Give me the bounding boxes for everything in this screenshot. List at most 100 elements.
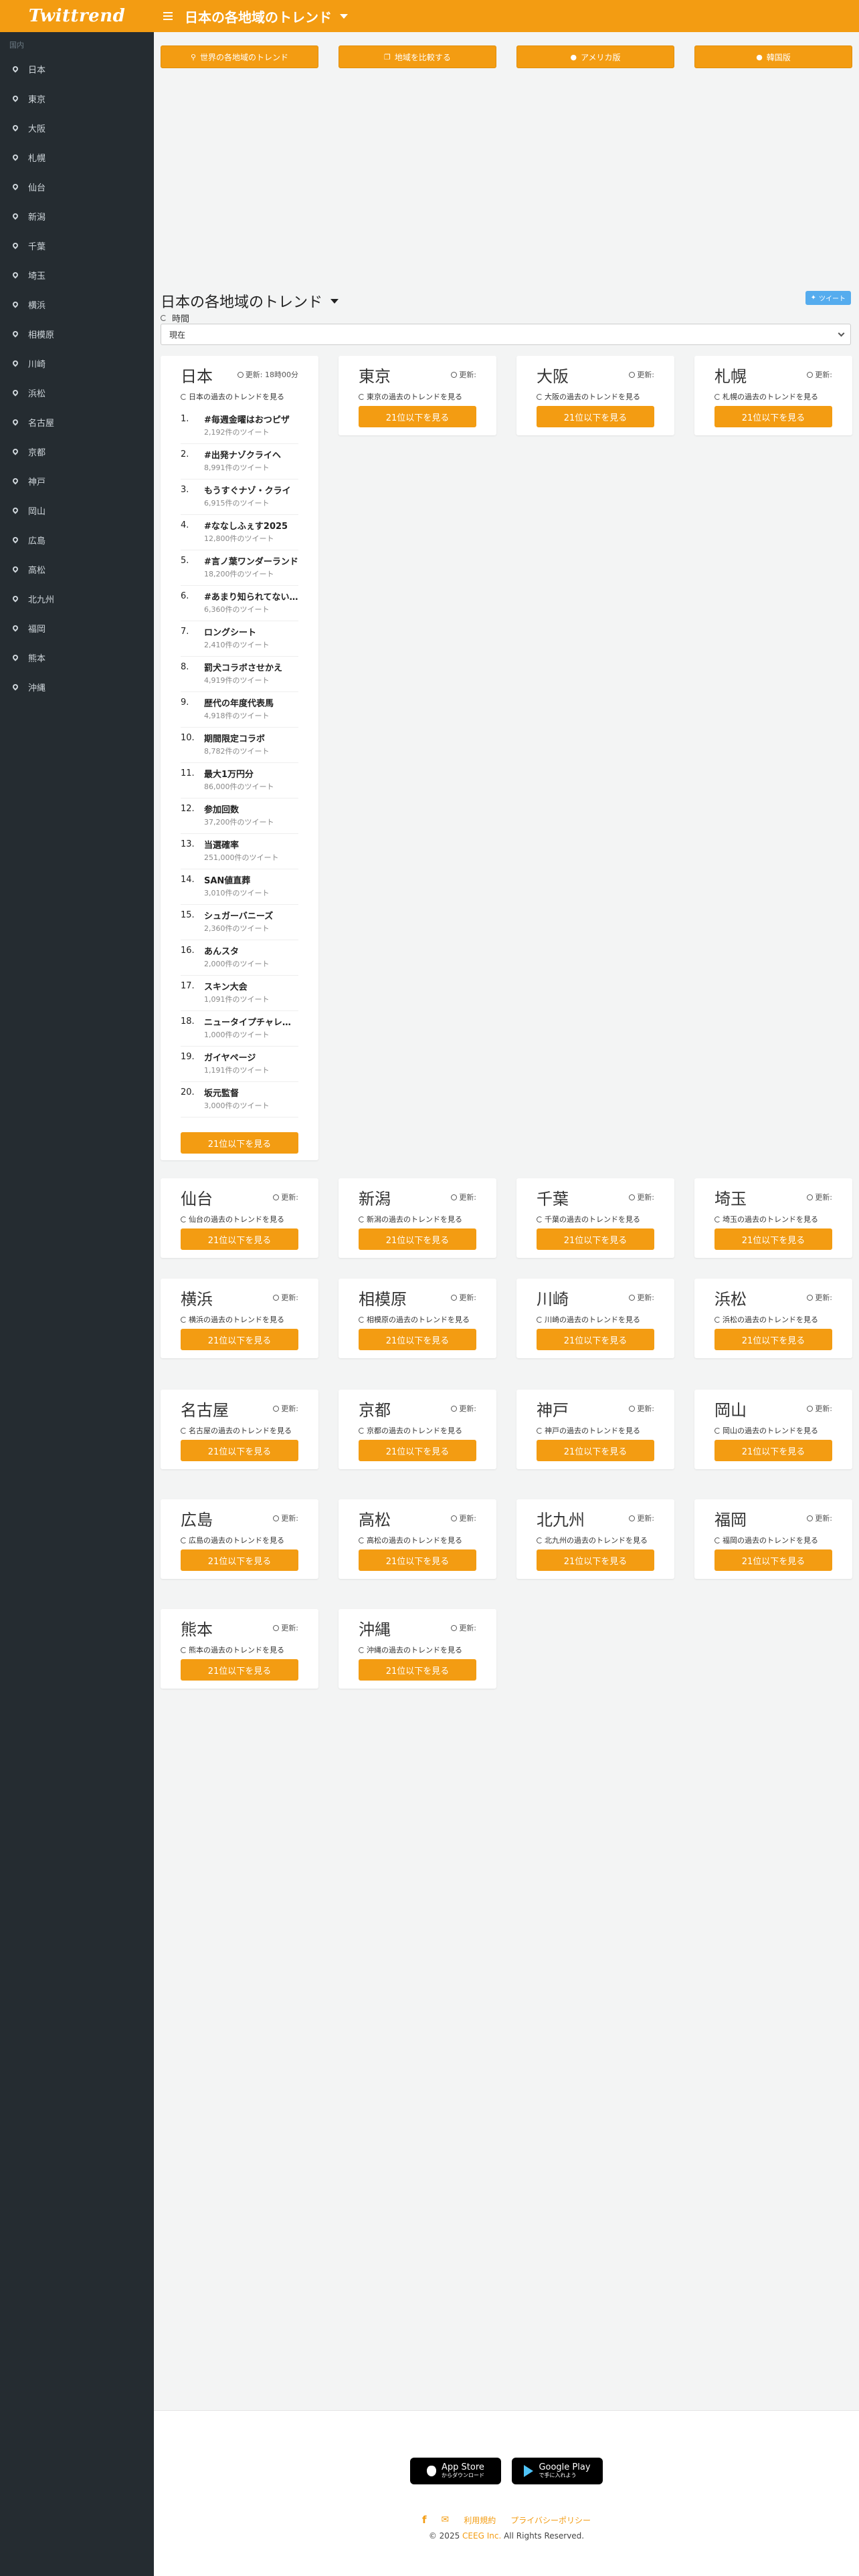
history-link[interactable]: 仙台の過去のトレンドを見る	[181, 1214, 298, 1224]
trend-item[interactable]: 19. ガイヤページ 1,191件のツイート	[181, 1047, 298, 1082]
section-title[interactable]: 日本の各地域のトレンド	[161, 290, 339, 312]
terms-link[interactable]: 利用規約	[464, 2514, 496, 2526]
google-play-badge[interactable]: Google Play で手に入れよう	[512, 2458, 603, 2484]
history-link[interactable]: 新潟の過去のトレンドを見る	[359, 1214, 476, 1224]
sidebar-item[interactable]: 京都	[0, 437, 154, 466]
more-trends-button[interactable]: 21位以下を見る	[359, 406, 476, 427]
trend-item[interactable]: 13. 当選確率 251,000件のツイート	[181, 834, 298, 869]
privacy-link[interactable]: プライバシーポリシー	[510, 2514, 591, 2526]
more-trends-button[interactable]: 21位以下を見る	[359, 1440, 476, 1461]
history-link[interactable]: 相模原の過去のトレンドを見る	[359, 1315, 476, 1325]
compare-regions-button[interactable]: ❐ 地域を比較する	[339, 45, 496, 68]
sidebar-item[interactable]: 埼玉	[0, 260, 154, 290]
history-link[interactable]: 札幌の過去のトレンドを見る	[714, 392, 832, 402]
history-link[interactable]: 広島の過去のトレンドを見る	[181, 1535, 298, 1545]
sidebar-item[interactable]: 日本	[0, 54, 154, 84]
trend-item[interactable]: 12. 参加回数 37,200件のツイート	[181, 798, 298, 834]
history-link[interactable]: 川崎の過去のトレンドを見る	[537, 1315, 654, 1325]
history-link[interactable]: 岡山の過去のトレンドを見る	[714, 1426, 832, 1436]
trend-name[interactable]: 期間限定コラボ	[204, 732, 298, 744]
trend-name[interactable]: #言ノ葉ワンダーランド	[204, 554, 298, 567]
trend-item[interactable]: 2. #出発ナゾクライヘ 8,991件のツイート	[181, 444, 298, 479]
more-trends-button[interactable]: 21位以下を見る	[537, 1440, 654, 1461]
more-trends-button[interactable]: 21位以下を見る	[181, 1329, 298, 1350]
trend-name[interactable]: もうすぐナゾ・クライ	[204, 484, 298, 496]
sidebar-item[interactable]: 高松	[0, 554, 154, 584]
trend-name[interactable]: ガイヤページ	[204, 1051, 298, 1063]
more-trends-button[interactable]: 21位以下を見る	[714, 1329, 832, 1350]
more-trends-button[interactable]: 21位以下を見る	[359, 1329, 476, 1350]
more-trends-button[interactable]: 21位以下を見る	[714, 1549, 832, 1571]
trend-item[interactable]: 11. 最大1万円分 86,000件のツイート	[181, 763, 298, 798]
trend-name[interactable]: スキン大会	[204, 980, 298, 992]
more-trends-button[interactable]: 21位以下を見る	[714, 1228, 832, 1250]
sidebar-item[interactable]: 福岡	[0, 613, 154, 643]
history-link[interactable]: 熊本の過去のトレンドを見る	[181, 1645, 298, 1655]
trend-name[interactable]: #出発ナゾクライヘ	[204, 448, 298, 461]
trend-item[interactable]: 10. 期間限定コラボ 8,782件のツイート	[181, 728, 298, 763]
trend-item[interactable]: 14. SAN値直葬 3,010件のツイート	[181, 869, 298, 905]
history-link[interactable]: 高松の過去のトレンドを見る	[359, 1535, 476, 1545]
trend-item[interactable]: 16. あんスタ 2,000件のツイート	[181, 940, 298, 976]
sidebar-item[interactable]: 大阪	[0, 113, 154, 142]
history-link[interactable]: 浜松の過去のトレンドを見る	[714, 1315, 832, 1325]
trend-name[interactable]: 参加回数	[204, 802, 298, 815]
history-link[interactable]: 福岡の過去のトレンドを見る	[714, 1535, 832, 1545]
trend-name[interactable]: 最大1万円分	[204, 767, 298, 780]
history-link[interactable]: 北九州の過去のトレンドを見る	[537, 1535, 654, 1545]
more-trends-button[interactable]: 21位以下を見る	[359, 1228, 476, 1250]
world-trends-button[interactable]: ⚲ 世界の各地域のトレンド	[161, 45, 318, 68]
sidebar-item[interactable]: 仙台	[0, 172, 154, 201]
time-select[interactable]: 現在	[161, 324, 851, 345]
sidebar-item[interactable]: 札幌	[0, 142, 154, 172]
history-link[interactable]: 沖縄の過去のトレンドを見る	[359, 1645, 476, 1655]
korea-version-button[interactable]: ● 韓国版	[694, 45, 852, 68]
sidebar-item[interactable]: 東京	[0, 84, 154, 113]
tweet-button[interactable]: ✦ ツイート	[805, 291, 851, 305]
trend-item[interactable]: 18. ニュータイプチャレンジ 1,000件のツイート	[181, 1011, 298, 1047]
more-trends-button[interactable]: 21位以下を見る	[181, 1132, 298, 1154]
history-link[interactable]: 大阪の過去のトレンドを見る	[537, 392, 654, 402]
more-trends-button[interactable]: 21位以下を見る	[714, 406, 832, 427]
trend-item[interactable]: 6. #あまり知られてない... 6,360件のツイート	[181, 586, 298, 621]
sidebar-item[interactable]: 横浜	[0, 290, 154, 319]
trend-item[interactable]: 15. シュガーバニーズ 2,360件のツイート	[181, 905, 298, 940]
trend-item[interactable]: 9. 歴代の年度代表馬 4,918件のツイート	[181, 692, 298, 728]
history-link[interactable]: 名古屋の過去のトレンドを見る	[181, 1426, 298, 1436]
history-link[interactable]: 千葉の過去のトレンドを見る	[537, 1214, 654, 1224]
trend-item[interactable]: 7. ロングシート 2,410件のツイート	[181, 621, 298, 657]
more-trends-button[interactable]: 21位以下を見る	[537, 1228, 654, 1250]
more-trends-button[interactable]: 21位以下を見る	[359, 1659, 476, 1681]
trend-item[interactable]: 20. 坂元監督 3,000件のツイート	[181, 1082, 298, 1117]
history-link[interactable]: 神戸の過去のトレンドを見る	[537, 1426, 654, 1436]
sidebar-item[interactable]: 千葉	[0, 231, 154, 260]
sidebar-item[interactable]: 相模原	[0, 319, 154, 348]
trend-name[interactable]: シュガーバニーズ	[204, 909, 298, 922]
history-link[interactable]: 埼玉の過去のトレンドを見る	[714, 1214, 832, 1224]
sidebar-item[interactable]: 川崎	[0, 348, 154, 378]
app-store-badge[interactable]: App Store からダウンロード	[410, 2458, 501, 2484]
trend-item[interactable]: 17. スキン大会 1,091件のツイート	[181, 976, 298, 1011]
trend-name[interactable]: #毎週金曜はおつピザ	[204, 413, 298, 425]
history-link[interactable]: 東京の過去のトレンドを見る	[359, 392, 476, 402]
company-link[interactable]: CEEG Inc.	[462, 2531, 501, 2541]
trend-name[interactable]: 当選確率	[204, 838, 298, 851]
trend-name[interactable]: #あまり知られてない...	[204, 590, 298, 603]
history-link[interactable]: 横浜の過去のトレンドを見る	[181, 1315, 298, 1325]
sidebar-item[interactable]: 浜松	[0, 378, 154, 407]
more-trends-button[interactable]: 21位以下を見る	[181, 1440, 298, 1461]
sidebar-item[interactable]: 熊本	[0, 643, 154, 672]
more-trends-button[interactable]: 21位以下を見る	[537, 1549, 654, 1571]
chevron-down-icon[interactable]	[340, 13, 348, 19]
trend-name[interactable]: SAN値直葬	[204, 873, 298, 886]
more-trends-button[interactable]: 21位以下を見る	[537, 1329, 654, 1350]
trend-item[interactable]: 5. #言ノ葉ワンダーランド 18,200件のツイート	[181, 550, 298, 586]
more-trends-button[interactable]: 21位以下を見る	[181, 1228, 298, 1250]
trend-name[interactable]: あんスタ	[204, 944, 298, 957]
sidebar-item[interactable]: 岡山	[0, 496, 154, 525]
mail-icon[interactable]: ✉	[442, 2514, 450, 2525]
sidebar-item[interactable]: 沖縄	[0, 672, 154, 702]
sidebar-item[interactable]: 広島	[0, 525, 154, 554]
trend-name[interactable]: 坂元監督	[204, 1086, 298, 1099]
trend-item[interactable]: 3. もうすぐナゾ・クライ 6,915件のツイート	[181, 479, 298, 515]
